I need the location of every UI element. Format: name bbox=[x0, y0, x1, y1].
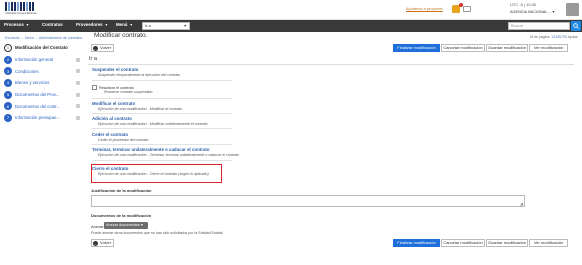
annex-label: Anexar bbox=[91, 224, 104, 229]
logo-caption: Colombia Compra Eficiente bbox=[5, 12, 37, 15]
sidebar-step-7[interactable]: 7 Información presupue... bbox=[4, 112, 84, 124]
go-to-select[interactable]: Ir a ▼ bbox=[142, 22, 190, 30]
top-header: Colombia Compra Eficiente Ayúdelos a pro… bbox=[0, 0, 582, 20]
status-indicator-icon bbox=[76, 69, 80, 74]
search-input[interactable]: Buscar bbox=[508, 22, 570, 30]
cancel-modification-button-bottom[interactable]: Cancelar modificación bbox=[441, 239, 485, 247]
annex-documents-button[interactable]: Anexar documentos ▾ bbox=[104, 222, 148, 229]
option-modify[interactable]: Modificar el contrato Ejecución de una m… bbox=[92, 101, 182, 111]
status-indicator-icon bbox=[76, 116, 80, 121]
arrow-left-icon: ← bbox=[93, 240, 98, 246]
nav-contratos[interactable]: Contratos bbox=[42, 22, 63, 27]
justification-label: Justificación de la modificación bbox=[91, 188, 152, 193]
sidebar-step-5[interactable]: 5 Documentos del Prov... bbox=[4, 89, 84, 101]
search-button[interactable] bbox=[571, 21, 581, 31]
finalize-button-bottom[interactable]: Finalizar modificación bbox=[393, 239, 440, 247]
divider bbox=[92, 113, 232, 114]
status-indicator-icon bbox=[76, 81, 80, 86]
option-addition[interactable]: Adición al contrato Ejecución de una mod… bbox=[92, 116, 208, 126]
sidebar-step-4[interactable]: 4 Bienes y servicios bbox=[4, 77, 84, 89]
divider bbox=[92, 98, 232, 99]
status-indicator-icon bbox=[76, 92, 80, 97]
divider bbox=[92, 128, 232, 129]
utc-clock: UTC -5 | 10:30 bbox=[510, 2, 537, 7]
help-link[interactable]: Ayuda bbox=[568, 35, 578, 39]
finalize-button[interactable]: Finalizar modificación bbox=[393, 44, 440, 52]
chevron-down-icon: ▼ bbox=[129, 23, 133, 27]
search-icon bbox=[573, 23, 579, 29]
option-suspend[interactable]: Suspender el contrato Suspender temporal… bbox=[92, 67, 180, 77]
divider bbox=[92, 144, 232, 145]
status-indicator-icon bbox=[76, 104, 80, 109]
view-modification-button-bottom[interactable]: Ver modificación bbox=[529, 239, 568, 247]
cancel-modification-button[interactable]: Cancelar modificación bbox=[441, 44, 485, 52]
chevron-down-icon: ▼ bbox=[25, 23, 30, 27]
chevron-down-icon: ▾ bbox=[140, 223, 143, 227]
sidebar-step-1[interactable]: 1 Modificación del Contrato bbox=[4, 42, 84, 54]
save-modification-button-bottom[interactable]: Guardar modificación bbox=[486, 239, 528, 247]
breadcrumb[interactable]: Escritorio → Menú → Administración de co… bbox=[5, 36, 82, 40]
nav-proveedores[interactable]: Proveedores ▼ bbox=[76, 22, 108, 27]
documents-label: Documentos de la modificación bbox=[91, 213, 152, 218]
sidebar-step-2[interactable]: 2 Información general bbox=[4, 54, 84, 66]
option-assign[interactable]: Ceder el contrato Ceder el proveedor del… bbox=[92, 132, 149, 142]
back-button[interactable]: ← Volver bbox=[91, 44, 115, 52]
sidebar-step-3[interactable]: 3 Condiciones bbox=[4, 65, 84, 77]
arrow-left-icon: ← bbox=[93, 45, 98, 51]
help-link[interactable]: Ayúdelos a proponer bbox=[406, 6, 443, 11]
nav-menu[interactable]: Menú ▼ bbox=[116, 22, 133, 27]
back-button-bottom[interactable]: ← Volver bbox=[91, 239, 115, 247]
sidebar-step-6[interactable]: 6 Documentos del contr... bbox=[4, 100, 84, 112]
checkbox-description: Reactivar contrato suspendido bbox=[104, 90, 153, 94]
page-id: 12345705 bbox=[551, 35, 567, 39]
resize-grip-icon[interactable]: ◢ bbox=[520, 202, 523, 206]
highlight-box bbox=[91, 164, 222, 183]
divider bbox=[92, 160, 232, 161]
chevron-down-icon: ▼ bbox=[104, 23, 109, 27]
agency-selector[interactable]: AGENCIA NACIONAL ... ▾ bbox=[510, 9, 554, 14]
section-header: Ir a bbox=[88, 55, 574, 65]
chevron-down-icon: ▾ bbox=[552, 10, 555, 14]
annex-help-text: Puede anexar otros documentos que no han… bbox=[91, 231, 223, 235]
logo[interactable]: Colombia Compra Eficiente bbox=[5, 2, 37, 16]
view-modification-button[interactable]: Ver modificación bbox=[529, 44, 568, 52]
divider bbox=[92, 80, 232, 81]
save-modification-button[interactable]: Guardar modificación bbox=[486, 44, 528, 52]
mail-icon[interactable] bbox=[463, 6, 471, 12]
avatar[interactable] bbox=[566, 3, 579, 16]
page-title: Modificar contrato. bbox=[94, 32, 148, 39]
checkbox-icon[interactable] bbox=[92, 85, 97, 90]
page-info: Id de página: 12345705 Ayuda bbox=[530, 35, 578, 39]
justification-textarea[interactable]: ◢ bbox=[91, 195, 525, 207]
status-indicator-icon bbox=[76, 57, 80, 62]
notification-bell-icon[interactable] bbox=[452, 3, 463, 13]
option-terminate[interactable]: Terminar, terminar unilateralmente o cad… bbox=[92, 147, 239, 157]
main-nav: Procesos ▼ Contratos Proveedores ▼ Menú ▼ I… bbox=[0, 20, 582, 32]
nav-procesos[interactable]: Procesos ▼ bbox=[4, 22, 29, 27]
sidebar-steps: 1 Modificación del Contrato 2 Información … bbox=[4, 42, 84, 124]
chevron-down-icon: ▼ bbox=[183, 24, 187, 28]
